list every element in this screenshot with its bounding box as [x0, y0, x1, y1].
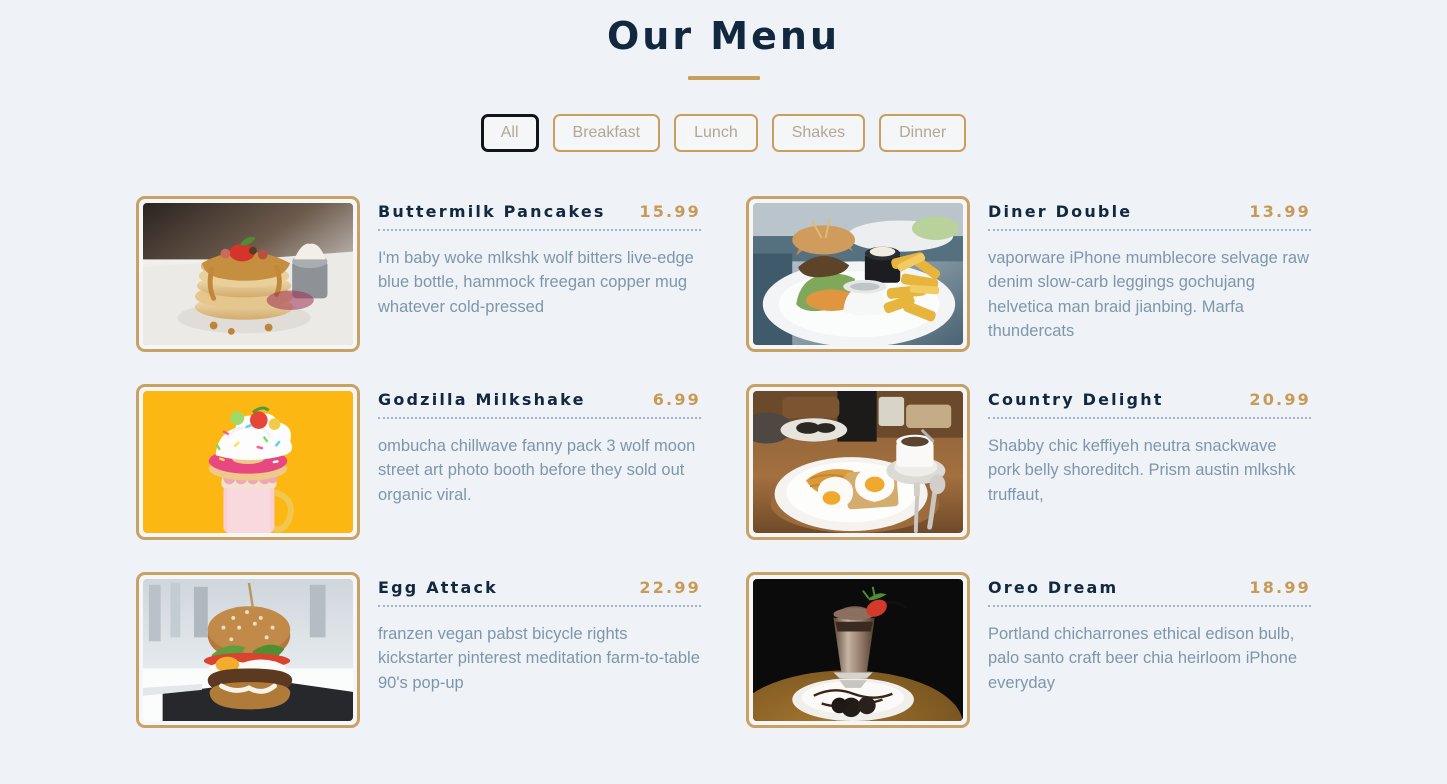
menu-item-image-frame	[136, 195, 360, 352]
menu-item[interactable]: Godzilla Milkshake 6.99 ombucha chillwav…	[136, 383, 701, 540]
milkshake-donut-photo	[143, 390, 353, 533]
menu-item-price: 15.99	[639, 201, 701, 221]
egg-burger-photo	[143, 578, 353, 721]
menu-item[interactable]: Egg Attack 22.99 franzen vegan pabst bic…	[136, 571, 701, 728]
menu-item-head: Godzilla Milkshake 6.99	[378, 390, 701, 419]
menu-item-name: Godzilla Milkshake	[378, 389, 586, 409]
filter-button-shakes[interactable]: Shakes	[771, 113, 866, 152]
menu-item-body: Godzilla Milkshake 6.99 ombucha chillwav…	[378, 384, 701, 507]
menu-item-name: Diner Double	[988, 201, 1133, 221]
menu-item-image-frame	[746, 195, 970, 352]
menu-item-head: Oreo Dream 18.99	[988, 578, 1311, 607]
menu-item-description: Shabby chic keffiyeh neutra snackwave po…	[988, 436, 1296, 504]
menu-item[interactable]: Buttermilk Pancakes 15.99 I'm baby woke …	[136, 195, 701, 352]
page-title: Our Menu	[606, 14, 841, 58]
menu-item-price: 22.99	[639, 577, 701, 597]
menu-grid: Buttermilk Pancakes 15.99 I'm baby woke …	[136, 195, 1311, 728]
menu-item-name: Country Delight	[988, 389, 1164, 409]
menu-item-description: Portland chicharrones ethical edison bul…	[988, 624, 1298, 692]
menu-item-name: Buttermilk Pancakes	[378, 201, 606, 221]
menu-item[interactable]: Country Delight 20.99 Shabby chic keffiy…	[746, 383, 1311, 540]
menu-item-price: 18.99	[1249, 577, 1311, 597]
menu-item-image-frame	[136, 383, 360, 540]
filter-button-all[interactable]: All	[480, 113, 539, 152]
menu-item-price: 13.99	[1249, 201, 1311, 221]
filter-button-lunch[interactable]: Lunch	[674, 113, 758, 152]
burger-fries-photo	[753, 202, 963, 345]
pancakes-photo	[143, 202, 353, 345]
menu-item-body: Oreo Dream 18.99 Portland chicharrones e…	[988, 572, 1311, 695]
filter-button-dinner[interactable]: Dinner	[879, 113, 967, 152]
menu-item[interactable]: Oreo Dream 18.99 Portland chicharrones e…	[746, 571, 1311, 728]
menu-item[interactable]: Diner Double 13.99 vaporware iPhone mumb…	[746, 195, 1311, 352]
menu-item-description: ombucha chillwave fanny pack 3 wolf moon…	[378, 436, 696, 504]
menu-item-head: Egg Attack 22.99	[378, 578, 701, 607]
menu-item-description: vaporware iPhone mumblecore selvage raw …	[988, 248, 1309, 340]
menu-item-head: Buttermilk Pancakes 15.99	[378, 202, 701, 231]
menu-item-name: Oreo Dream	[988, 577, 1119, 597]
oreo-shake-photo	[753, 578, 963, 721]
filter-button-breakfast[interactable]: Breakfast	[552, 113, 661, 152]
menu-item-head: Diner Double 13.99	[988, 202, 1311, 231]
menu-item-body: Buttermilk Pancakes 15.99 I'm baby woke …	[378, 196, 701, 319]
menu-item-body: Diner Double 13.99 vaporware iPhone mumb…	[988, 196, 1311, 344]
menu-page: Our Menu All Breakfast Lunch Shakes Dinn…	[0, 0, 1447, 784]
title-underline	[687, 75, 760, 80]
category-filter-bar: All Breakfast Lunch Shakes Dinner	[0, 113, 1447, 152]
menu-item-body: Egg Attack 22.99 franzen vegan pabst bic…	[378, 572, 701, 695]
menu-header: Our Menu	[0, 0, 1447, 80]
menu-item-price: 20.99	[1249, 389, 1311, 409]
menu-item-image-frame	[136, 571, 360, 728]
menu-item-description: I'm baby woke mlkshk wolf bitters live-e…	[378, 248, 694, 316]
menu-item-image-frame	[746, 571, 970, 728]
menu-item-image-frame	[746, 383, 970, 540]
menu-item-name: Egg Attack	[378, 577, 499, 597]
menu-item-body: Country Delight 20.99 Shabby chic keffiy…	[988, 384, 1311, 507]
eggs-breakfast-photo	[753, 390, 963, 533]
menu-item-price: 6.99	[652, 389, 701, 409]
menu-item-description: franzen vegan pabst bicycle rights kicks…	[378, 624, 700, 692]
menu-item-head: Country Delight 20.99	[988, 390, 1311, 419]
